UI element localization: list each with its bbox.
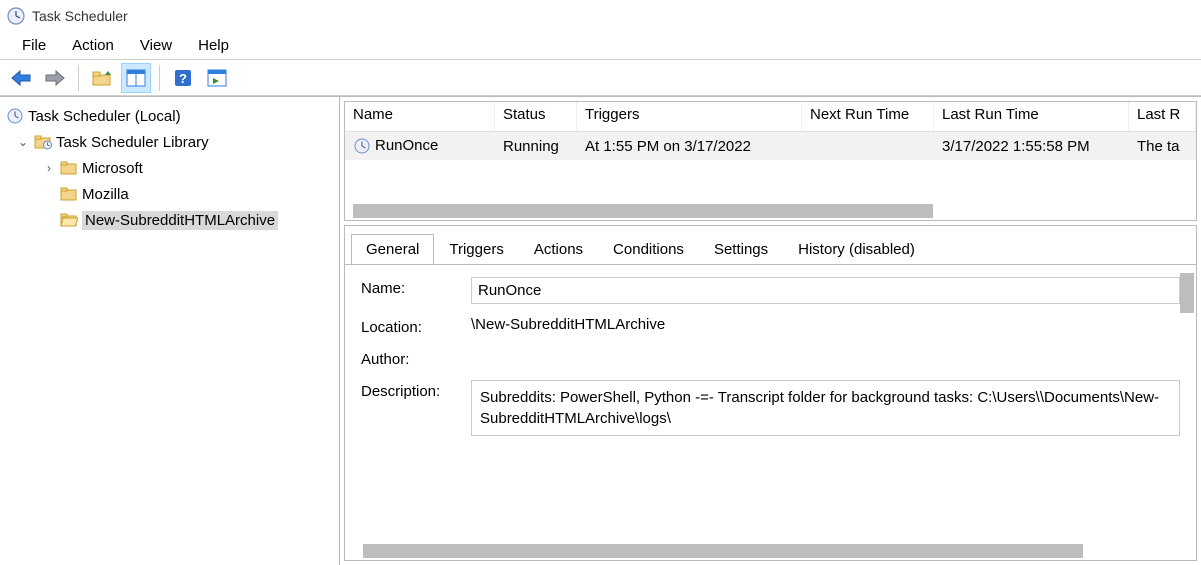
author-label: Author: [361, 348, 471, 368]
toolbar: ? [0, 60, 1201, 96]
col-nextrun[interactable]: Next Run Time [802, 102, 934, 131]
tab-settings[interactable]: Settings [699, 234, 783, 264]
task-tree: Task Scheduler (Local) ⌄ Task Scheduler … [4, 103, 339, 233]
horizontal-scrollbar[interactable] [345, 202, 1196, 220]
back-button[interactable] [6, 63, 36, 93]
name-label: Name: [361, 277, 471, 297]
tree-item-microsoft[interactable]: › Microsoft [4, 155, 339, 181]
tree-library-label: Task Scheduler Library [56, 134, 209, 151]
task-list-header: Name Status Triggers Next Run Time Last … [345, 102, 1196, 132]
description-label: Description: [361, 380, 471, 400]
expand-icon[interactable]: › [42, 161, 56, 175]
tab-history[interactable]: History (disabled) [783, 234, 930, 264]
cell-name: RunOnce [345, 135, 495, 157]
scrollbar-thumb[interactable] [353, 204, 933, 218]
toolbar-separator [159, 65, 160, 91]
cell-lastrun: 3/17/2022 1:55:58 PM [934, 136, 1129, 157]
horizontal-scrollbar[interactable] [345, 542, 1196, 560]
tab-triggers[interactable]: Triggers [434, 234, 518, 264]
svg-text:?: ? [179, 71, 187, 86]
clock-icon [6, 6, 26, 26]
task-list: Name Status Triggers Next Run Time Last … [344, 101, 1197, 221]
clock-icon [353, 137, 371, 155]
location-value: \New-SubredditHTMLArchive [471, 316, 1180, 333]
tree-item-label: Microsoft [82, 160, 143, 177]
tab-general[interactable]: General [351, 234, 434, 265]
tree-root-label: Task Scheduler (Local) [28, 108, 181, 125]
tree-library[interactable]: ⌄ Task Scheduler Library [4, 129, 339, 155]
col-status[interactable]: Status [495, 102, 577, 131]
name-value[interactable]: RunOnce [471, 277, 1180, 304]
tree-item-label: New-SubredditHTMLArchive [85, 212, 275, 229]
cell-triggers: At 1:55 PM on 3/17/2022 [577, 136, 802, 157]
tree-item-mozilla[interactable]: Mozilla [4, 181, 339, 207]
col-lastresult[interactable]: Last R [1129, 102, 1196, 131]
col-lastrun[interactable]: Last Run Time [934, 102, 1129, 131]
tab-general-body: Name: RunOnce Location: \New-SubredditHT… [345, 264, 1196, 542]
menu-view[interactable]: View [128, 34, 184, 57]
scrollbar-thumb[interactable] [363, 544, 1083, 558]
menu-bar: File Action View Help [0, 32, 1201, 60]
forward-button[interactable] [40, 63, 70, 93]
collapse-icon[interactable]: ⌄ [16, 135, 30, 149]
cell-nextrun [802, 144, 934, 148]
vertical-scrollbar[interactable] [1180, 273, 1194, 313]
up-button[interactable] [87, 63, 117, 93]
toolbar-separator [78, 65, 79, 91]
tree-root[interactable]: Task Scheduler (Local) [4, 103, 339, 129]
folder-icon [60, 185, 78, 203]
details-pane-button[interactable] [121, 63, 151, 93]
task-row[interactable]: RunOnce Running At 1:55 PM on 3/17/2022 … [345, 132, 1196, 160]
folder-open-icon [60, 211, 78, 229]
tab-conditions[interactable]: Conditions [598, 234, 699, 264]
cell-status: Running [495, 136, 577, 157]
help-button[interactable]: ? [168, 63, 198, 93]
col-name[interactable]: Name [345, 102, 495, 131]
tree-item-archive[interactable]: New-SubredditHTMLArchive [4, 207, 339, 233]
folder-icon [60, 159, 78, 177]
col-triggers[interactable]: Triggers [577, 102, 802, 131]
menu-help[interactable]: Help [186, 34, 241, 57]
library-icon [34, 133, 52, 151]
tree-pane: Task Scheduler (Local) ⌄ Task Scheduler … [0, 97, 340, 565]
task-list-body: RunOnce Running At 1:55 PM on 3/17/2022 … [345, 132, 1196, 202]
location-label: Location: [361, 316, 471, 336]
cell-lastresult: The ta [1129, 136, 1196, 157]
content-area: Task Scheduler (Local) ⌄ Task Scheduler … [0, 96, 1201, 565]
details-pane: Name Status Triggers Next Run Time Last … [340, 97, 1201, 565]
tree-item-label: Mozilla [82, 186, 129, 203]
task-details: General Triggers Actions Conditions Sett… [344, 225, 1197, 561]
actions-pane-button[interactable] [202, 63, 232, 93]
menu-file[interactable]: File [10, 34, 58, 57]
menu-action[interactable]: Action [60, 34, 126, 57]
window-title: Task Scheduler [32, 8, 128, 24]
clock-icon [6, 107, 24, 125]
title-bar: Task Scheduler [0, 0, 1201, 32]
description-value[interactable]: Subreddits: PowerShell, Python -=- Trans… [471, 380, 1180, 436]
tab-strip: General Triggers Actions Conditions Sett… [345, 226, 1196, 264]
tab-actions[interactable]: Actions [519, 234, 598, 264]
